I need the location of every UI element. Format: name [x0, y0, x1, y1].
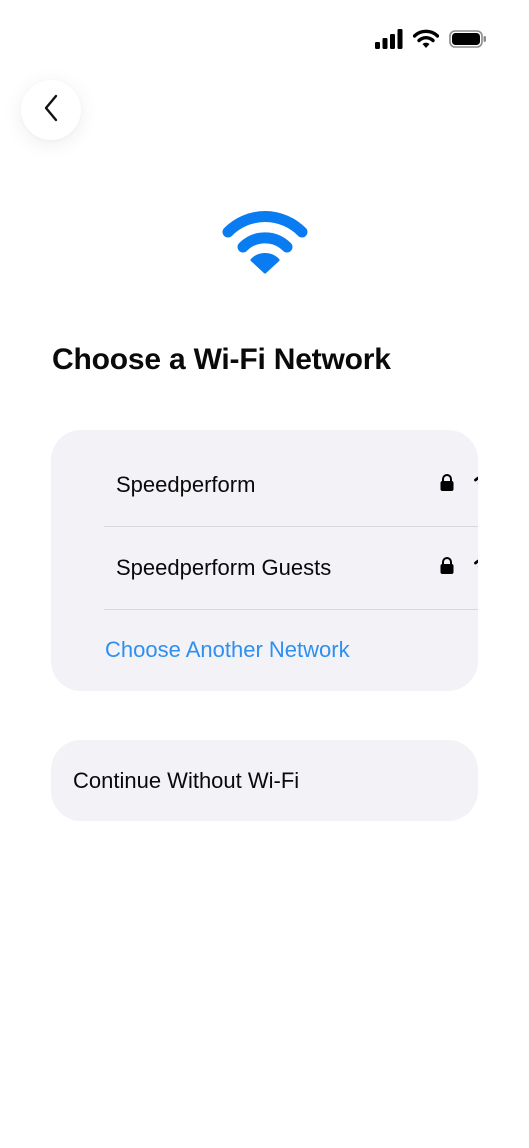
- chevron-left-icon: [43, 94, 59, 127]
- network-name: Speedperform Guests: [116, 554, 332, 580]
- cellular-signal-icon: [375, 29, 403, 49]
- lock-icon: [440, 473, 454, 496]
- page-title: Choose a Wi-Fi Network: [52, 343, 391, 376]
- network-row-speedperform-guests[interactable]: Speedperform Guests: [104, 526, 478, 610]
- network-list: Speedperform Speedperform Guests Choose …: [51, 430, 478, 691]
- wifi-icon: [413, 29, 439, 49]
- lock-icon: [440, 556, 454, 579]
- status-bar: [375, 26, 487, 52]
- wifi-signal-icon: [474, 557, 478, 579]
- network-row-speedperform[interactable]: Speedperform: [104, 443, 478, 527]
- battery-icon: [449, 29, 487, 49]
- back-button[interactable]: [21, 80, 81, 140]
- continue-without-wifi-button[interactable]: Continue Without Wi-Fi: [51, 740, 478, 821]
- choose-another-network-button[interactable]: Choose Another Network: [105, 622, 350, 678]
- wifi-signal-icon: [474, 474, 478, 496]
- continue-label: Continue Without Wi-Fi: [73, 767, 300, 793]
- wifi-hero-icon: [221, 210, 309, 276]
- network-name: Speedperform: [116, 471, 256, 497]
